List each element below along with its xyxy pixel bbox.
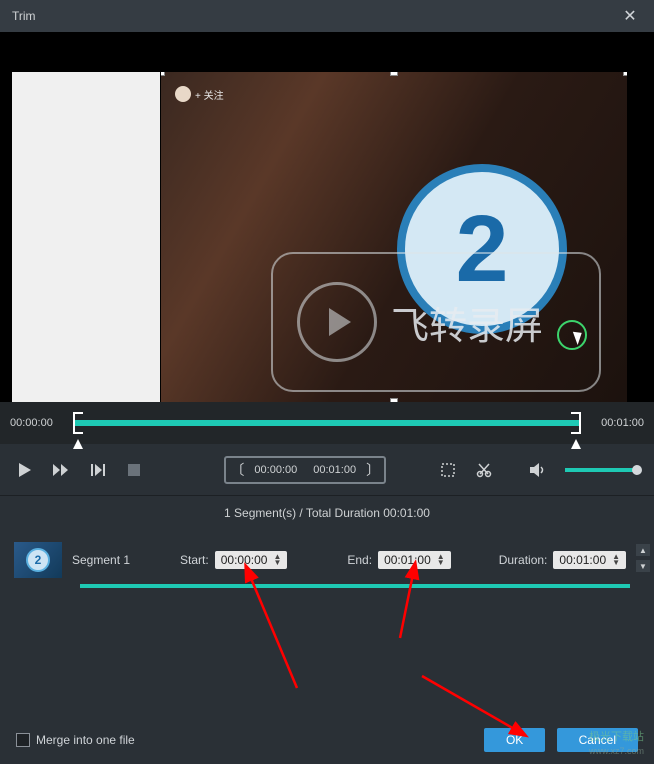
spinner-arrows-icon[interactable]: ▲▼ [273, 554, 281, 566]
timeline-track[interactable] [75, 420, 579, 426]
timeline-start-label: 00:00:00 [10, 417, 65, 429]
start-time-input[interactable]: 00:00:00 ▲▼ [215, 551, 288, 569]
volume-icon[interactable] [529, 460, 547, 480]
merge-checkbox[interactable] [16, 733, 30, 747]
record-icon [297, 282, 377, 362]
trim-handle-left[interactable] [73, 412, 83, 434]
end-time-input[interactable]: 00:01:00 ▲▼ [378, 551, 451, 569]
selection-handle[interactable] [161, 72, 165, 76]
close-icon: ✕ [623, 6, 636, 26]
selection-handle[interactable] [390, 72, 398, 76]
trim-handle-right[interactable] [571, 412, 581, 434]
fast-forward-button[interactable] [52, 460, 70, 480]
segment-up-button[interactable]: ▲ [636, 544, 650, 556]
duration-input[interactable]: 00:01:00 ▲▼ [553, 551, 626, 569]
cancel-button[interactable]: Cancel [557, 728, 638, 752]
segment-track[interactable] [80, 584, 630, 588]
cut-button[interactable] [475, 460, 493, 480]
playhead-icon[interactable] [73, 438, 83, 452]
segment-thumbnail[interactable]: 2 [14, 542, 62, 578]
play-button[interactable] [16, 460, 34, 480]
segments-empty-area [0, 590, 654, 728]
video-preview: + 关注 2 飞转录屏 [0, 32, 654, 402]
bottom-bar: Merge into one file OK Cancel [0, 716, 654, 764]
segment-name: Segment 1 [72, 553, 130, 567]
playhead-end-icon [571, 438, 581, 452]
duration-label: Duration: [499, 553, 548, 567]
control-bar: 〔 00:00:00 00:01:00 〕 [0, 444, 654, 496]
bracket-left-icon: 〔 [230, 460, 244, 480]
empty-crop-area [12, 72, 160, 402]
selection-handle[interactable] [623, 72, 627, 76]
timeline-fill [75, 420, 579, 426]
segment-row[interactable]: 2 Segment 1 Start: 00:00:00 ▲▼ End: 00:0… [0, 530, 654, 590]
step-forward-button[interactable] [88, 460, 106, 480]
video-frame[interactable]: + 关注 2 飞转录屏 [161, 72, 627, 402]
window-title: Trim [12, 9, 36, 23]
ok-button[interactable]: OK [484, 728, 545, 752]
video-badge: + 关注 [175, 86, 224, 102]
range-end[interactable]: 00:01:00 [307, 464, 362, 476]
close-button[interactable]: ✕ [610, 0, 650, 32]
avatar-icon [175, 86, 191, 102]
overlay-label: 飞转录屏 [391, 295, 543, 350]
recorder-overlay: 飞转录屏 [271, 252, 601, 392]
merge-label: Merge into one file [36, 733, 135, 747]
volume-thumb[interactable] [632, 465, 642, 475]
segment-summary: 1 Segment(s) / Total Duration 00:01:00 [0, 496, 654, 530]
spinner-arrows-icon[interactable]: ▲▼ [612, 554, 620, 566]
start-label: Start: [180, 553, 209, 567]
stop-button[interactable] [125, 460, 143, 480]
bracket-right-icon: 〕 [366, 460, 380, 480]
range-selector[interactable]: 〔 00:00:00 00:01:00 〕 [224, 456, 386, 484]
segment-down-button[interactable]: ▼ [636, 560, 650, 572]
crop-button[interactable] [438, 460, 456, 480]
volume-slider[interactable] [565, 468, 638, 472]
timeline[interactable]: 00:00:00 00:01:00 [0, 402, 654, 444]
thumb-countdown-icon: 2 [26, 548, 50, 572]
range-start[interactable]: 00:00:00 [248, 464, 303, 476]
follow-label: + 关注 [195, 87, 224, 102]
spinner-arrows-icon[interactable]: ▲▼ [437, 554, 445, 566]
title-bar: Trim ✕ [0, 0, 654, 32]
timeline-end-label: 00:01:00 [589, 417, 644, 429]
end-label: End: [347, 553, 372, 567]
